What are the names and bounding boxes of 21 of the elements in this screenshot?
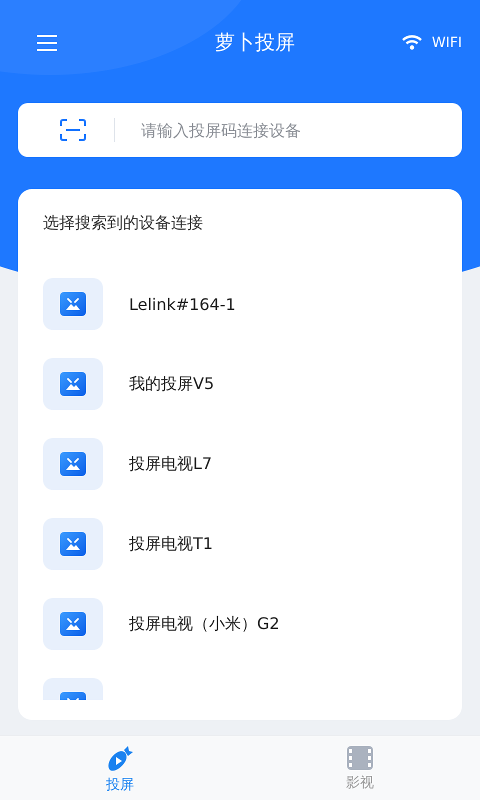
list-title: 选择搜索到的设备连接 (42, 212, 204, 234)
wifi-label: WIFI (432, 34, 462, 50)
tv-icon (60, 612, 86, 636)
device-item[interactable]: 投屏电视（小米）G2 (43, 598, 462, 650)
device-item[interactable]: 投屏电视L7 (43, 438, 462, 490)
scan-icon[interactable] (60, 119, 86, 141)
film-icon (347, 746, 373, 770)
wifi-icon (402, 35, 422, 50)
tv-icon (60, 292, 86, 316)
code-search-field[interactable]: 请输入投屏码连接设备 (18, 103, 462, 157)
tv-icon (60, 452, 86, 476)
app-title: 萝卜投屏 (214, 29, 295, 56)
menu-icon[interactable] (36, 34, 58, 50)
carrot-play-icon (106, 746, 134, 772)
nav-tab[interactable]: 投屏 (0, 736, 240, 800)
device-item[interactable]: 投屏电视T1 (43, 518, 462, 570)
device-item[interactable]: 我的投屏V5 (43, 358, 462, 410)
tv-icon (60, 372, 86, 396)
device-item[interactable]: Lelink#164-1 (43, 278, 462, 330)
code-input-field[interactable]: 请输入投屏码连接设备 (139, 120, 462, 140)
tv-icon (60, 532, 86, 556)
